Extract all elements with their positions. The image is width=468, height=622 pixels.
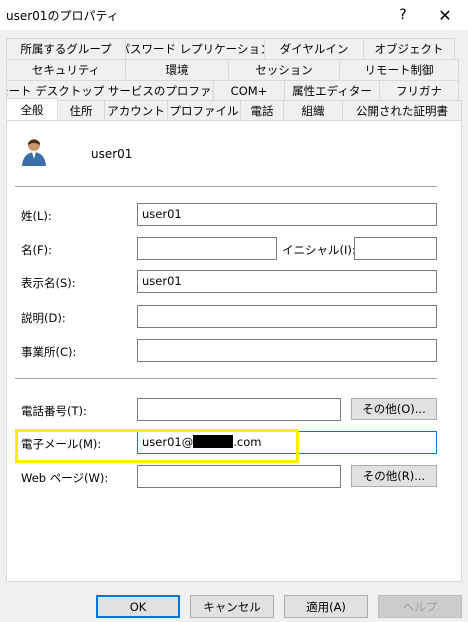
apply-button[interactable]: 適用(A) (284, 595, 368, 618)
tab-com-plus[interactable]: COM+ (213, 80, 285, 100)
tab-remote-control[interactable]: リモート制御 (339, 59, 459, 79)
close-icon[interactable]: ✕ (422, 0, 468, 30)
office-field[interactable] (137, 339, 437, 362)
phone-other-button[interactable]: その他(O)... (351, 398, 437, 420)
first-name-label: 名(F): (21, 243, 52, 257)
tab-dial-in[interactable]: ダイヤルイン (264, 38, 364, 58)
tab-general[interactable]: 全般 (6, 98, 58, 120)
help-icon[interactable]: ? (380, 0, 426, 30)
description-label: 説明(D): (21, 311, 66, 325)
last-name-field[interactable]: user01 (137, 203, 437, 226)
tab-password-replication[interactable]: パスワード レプリケーション (125, 38, 265, 58)
office-label: 事業所(C): (21, 345, 77, 359)
email-suffix: .com (233, 435, 262, 449)
ok-button[interactable]: OK (96, 595, 180, 618)
webpage-label: Web ページ(W): (21, 471, 109, 485)
webpage-other-button[interactable]: その他(R)... (351, 465, 437, 487)
tab-organization[interactable]: 組織 (283, 100, 343, 120)
phone-label: 電話番号(T): (21, 404, 87, 418)
user-name: user01 (91, 147, 133, 161)
tab-telephones[interactable]: 電話 (240, 100, 284, 120)
divider (15, 378, 437, 379)
tab-member-of[interactable]: 所属するグループ (6, 38, 126, 58)
tab-published-certificates[interactable]: 公開された証明書 (342, 100, 462, 120)
initials-label: イニシャル(I): (282, 243, 356, 257)
tab-furigana[interactable]: フリガナ (379, 80, 459, 100)
divider (15, 186, 437, 187)
email-label: 電子メール(M): (21, 437, 102, 451)
last-name-label: 姓(L): (21, 209, 52, 223)
email-prefix: user01@ (142, 435, 194, 449)
webpage-field[interactable] (137, 465, 341, 488)
phone-field[interactable] (137, 398, 341, 421)
general-panel: user01 姓(L): user01 名(F): イニシャル(I): 表示名(… (6, 120, 462, 582)
tab-row-4: 全般 住所 アカウント プロファイル 電話 組織 公開された証明書 (6, 98, 462, 120)
email-field[interactable]: user01@ .com (137, 431, 437, 454)
description-field[interactable] (137, 305, 437, 328)
tab-row-3: リモート デスクトップ サービスのプロファイル COM+ 属性エディター フリガ… (6, 80, 459, 100)
tab-object[interactable]: オブジェクト (363, 38, 455, 58)
tab-environment[interactable]: 環境 (125, 59, 229, 79)
display-name-label: 表示名(S): (21, 276, 76, 290)
initials-field[interactable] (354, 237, 437, 260)
user-icon (22, 139, 46, 166)
tab-account[interactable]: アカウント (104, 100, 168, 120)
cancel-button[interactable]: キャンセル (190, 595, 274, 618)
tab-attribute-editor[interactable]: 属性エディター (284, 80, 380, 100)
redaction-bar (193, 435, 234, 448)
first-name-field[interactable] (137, 237, 277, 260)
tab-row-2: セキュリティ 環境 セッション リモート制御 (6, 59, 459, 79)
tab-sessions[interactable]: セッション (228, 59, 340, 79)
title-bar: user01のプロパティ ? ✕ (0, 0, 468, 30)
tab-address[interactable]: 住所 (57, 100, 105, 120)
tab-profile[interactable]: プロファイル (167, 100, 241, 120)
window-title: user01のプロパティ (6, 9, 119, 23)
help-button[interactable]: ヘルプ (378, 595, 462, 618)
display-name-field[interactable]: user01 (137, 270, 437, 293)
tab-row-1: 所属するグループ パスワード レプリケーション ダイヤルイン オブジェクト (6, 38, 455, 58)
tab-security[interactable]: セキュリティ (6, 59, 126, 79)
tab-rds-profile[interactable]: リモート デスクトップ サービスのプロファイル (6, 80, 214, 100)
